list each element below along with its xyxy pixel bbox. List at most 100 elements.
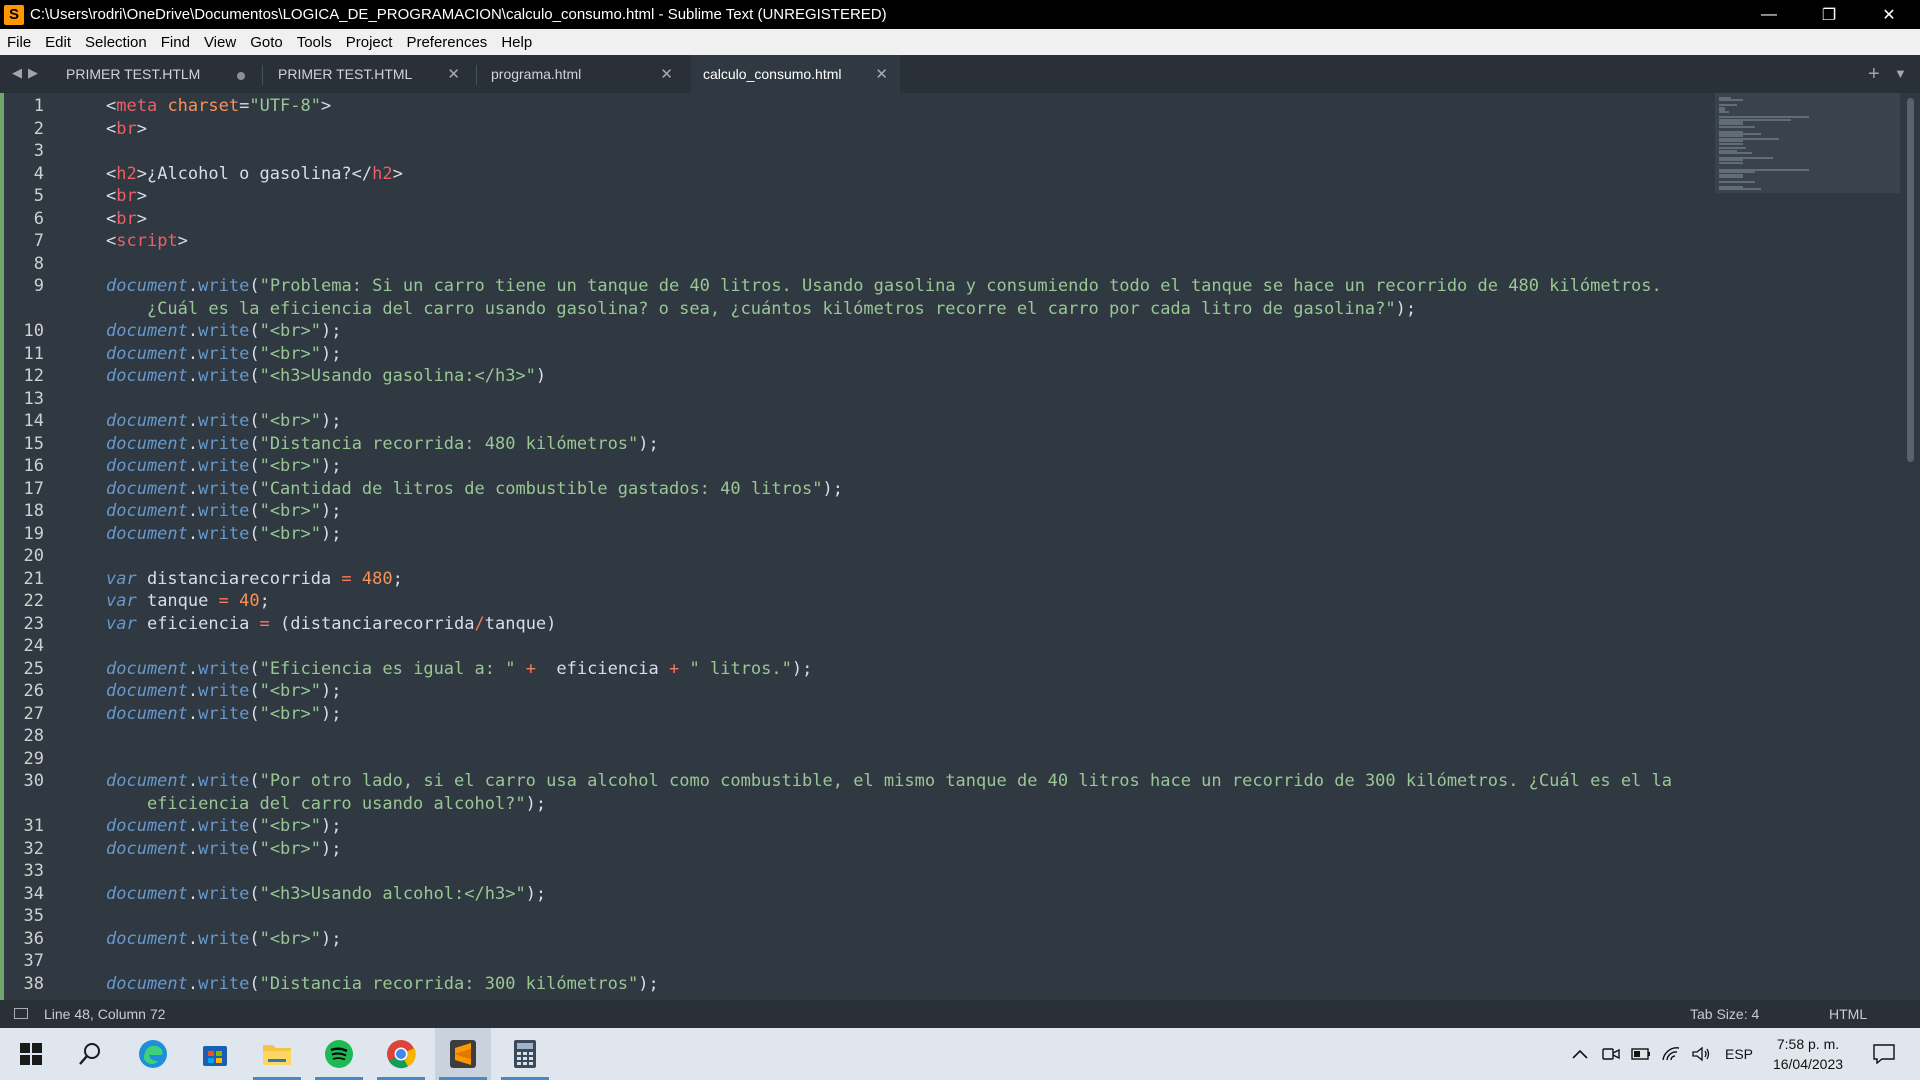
wifi-icon[interactable] (1658, 1028, 1684, 1080)
start-button[interactable] (3, 1028, 59, 1080)
tab-menu-icon[interactable]: ▼ (1894, 66, 1907, 81)
code-token: write (198, 411, 250, 431)
panel-toggle-icon[interactable] (14, 1008, 28, 1019)
code-line[interactable]: document.write("<br>"); (106, 838, 341, 861)
tab-size-indicator[interactable]: Tab Size: 4 (1690, 1006, 1759, 1022)
code-line[interactable]: <br> (106, 185, 147, 208)
tab-nav-right-icon[interactable]: ▶ (28, 65, 38, 81)
notifications-button[interactable] (1864, 1028, 1904, 1080)
menu-edit[interactable]: Edit (38, 34, 78, 51)
menu-preferences[interactable]: Preferences (399, 34, 494, 51)
code-line[interactable]: document.write("<h3>Usando gasolina:</h3… (106, 365, 546, 388)
code-line[interactable]: var distanciarecorrida = 480; (106, 568, 403, 591)
line-number: 10 (23, 321, 44, 341)
minimize-button[interactable]: — (1740, 0, 1798, 29)
input-language[interactable]: ESP (1722, 1028, 1756, 1080)
clock[interactable]: 7:58 p. m. 16/04/2023 (1766, 1034, 1850, 1074)
code-editor[interactable]: 1 2 3 4 5 6 7 8 9 10 11 12 13 14 15 16 17 18 19 20 21 22 23 24 2… (0, 93, 1905, 1000)
code-token: ( (249, 883, 260, 904)
taskbar-file-explorer[interactable] (249, 1028, 305, 1080)
code-line[interactable]: document.write("<h3>Usando alcohol:</h3>… (106, 883, 546, 906)
code-line[interactable]: eficiencia del carro usando alcohol?"); (106, 793, 546, 816)
tab-nav-left-icon[interactable]: ◀ (12, 65, 22, 81)
code-token: "<br>" (259, 321, 321, 341)
code-token: . (187, 321, 199, 341)
code-token: document (106, 973, 188, 994)
code-token: eficiencia (535, 658, 670, 679)
tab-calculo-consumo[interactable]: calculo_consumo.html ✕ (691, 55, 900, 93)
volume-icon[interactable] (1688, 1028, 1714, 1080)
search-button[interactable] (62, 1028, 118, 1080)
code-token: document (106, 501, 188, 521)
scrollbar-thumb[interactable] (1907, 98, 1914, 462)
menu-file[interactable]: File (0, 34, 38, 51)
taskbar-store[interactable] (187, 1028, 243, 1080)
menu-help[interactable]: Help (494, 34, 539, 51)
tab-primer-test-html[interactable]: PRIMER TEST.HTML ✕ (266, 55, 472, 93)
taskbar-calculator[interactable] (497, 1028, 553, 1080)
code-line[interactable]: document.write("<br>"); (106, 680, 341, 703)
new-tab-icon[interactable]: + (1868, 63, 1880, 86)
code-line[interactable]: document.write("<br>"); (106, 815, 341, 838)
menu-selection[interactable]: Selection (78, 34, 154, 51)
code-token: ); (321, 411, 342, 431)
minimap[interactable] (1715, 93, 1900, 193)
line-number: 26 (23, 681, 44, 701)
code-line[interactable]: document.write("<br>"); (106, 455, 341, 478)
show-hidden-icons-chevron-icon[interactable] (1566, 1028, 1594, 1080)
code-line[interactable]: document.write("<br>"); (106, 500, 341, 523)
tab-primer-test-htlm[interactable]: PRIMER TEST.HTLM (54, 55, 260, 93)
code-line[interactable]: document.write("Problema: Si un carro ti… (106, 275, 1662, 298)
close-tab-icon[interactable]: ✕ (447, 65, 460, 83)
code-line[interactable]: <script> (106, 230, 188, 253)
menu-find[interactable]: Find (154, 34, 197, 51)
maximize-button[interactable]: ❐ (1800, 0, 1858, 29)
code-line[interactable]: document.write("Eficiencia es igual a: "… (106, 658, 812, 681)
code-line[interactable]: var eficiencia = (distanciarecorrida/tan… (106, 613, 556, 636)
code-line[interactable]: document.write("<br>"); (106, 410, 341, 433)
close-tab-icon[interactable]: ✕ (875, 65, 888, 83)
code-token: >¿Alcohol o gasolina?</ (136, 163, 373, 184)
close-window-button[interactable]: ✕ (1860, 0, 1918, 29)
code-line[interactable]: <br> (106, 118, 147, 141)
battery-icon[interactable] (1628, 1028, 1654, 1080)
taskbar-edge[interactable] (125, 1028, 181, 1080)
code-line[interactable]: document.write("Distancia recorrida: 480… (106, 433, 659, 456)
code-line[interactable]: document.write("<br>"); (106, 703, 341, 726)
code-line[interactable]: var tanque = 40; (106, 590, 270, 613)
line-number: 30 (23, 771, 44, 791)
search-icon (79, 1043, 100, 1065)
menu-view[interactable]: View (197, 34, 243, 51)
code-line[interactable]: document.write("<br>"); (106, 928, 341, 951)
close-tab-icon[interactable]: ✕ (660, 65, 673, 83)
code-token: ); (525, 793, 547, 814)
menu-goto[interactable]: Goto (243, 34, 290, 51)
code-line[interactable]: document.write("Distancia recorrida: 300… (106, 973, 659, 996)
code-line[interactable]: document.write("<br>"); (106, 320, 341, 343)
code-line[interactable]: document.write("<br>"); (106, 343, 341, 366)
code-line[interactable]: document.write("Por otro lado, si el car… (106, 770, 1672, 793)
taskbar-chrome[interactable] (373, 1028, 429, 1080)
clock-date: 16/04/2023 (1772, 1056, 1844, 1072)
tab-programa[interactable]: programa.html ✕ (479, 55, 685, 93)
code-line[interactable]: ¿Cuál es la eficiencia del carro usando … (106, 298, 1416, 321)
code-line[interactable]: document.write("<br>"); (106, 523, 341, 546)
code-line[interactable]: <br> (106, 208, 147, 231)
menu-project[interactable]: Project (339, 34, 400, 51)
minimap-line (1719, 125, 1755, 128)
code-token: charset (157, 96, 240, 116)
code-line[interactable]: <meta charset="UTF-8"> (106, 95, 331, 118)
meet-now-icon[interactable] (1598, 1028, 1624, 1080)
taskbar-spotify[interactable] (311, 1028, 367, 1080)
code-line[interactable]: <h2>¿Alcohol o gasolina?</h2> (106, 163, 403, 186)
code-token: "<br>" (259, 343, 321, 364)
line-number: 27 (23, 703, 44, 724)
code-token: . (187, 343, 199, 364)
code-token: > (136, 186, 147, 206)
code-line[interactable]: document.write("Cantidad de litros de co… (106, 478, 843, 501)
syntax-indicator[interactable]: HTML (1829, 1006, 1867, 1022)
menu-tools[interactable]: Tools (290, 34, 339, 51)
taskbar-sublime-text[interactable] (435, 1028, 491, 1080)
code-token: . (187, 838, 199, 859)
